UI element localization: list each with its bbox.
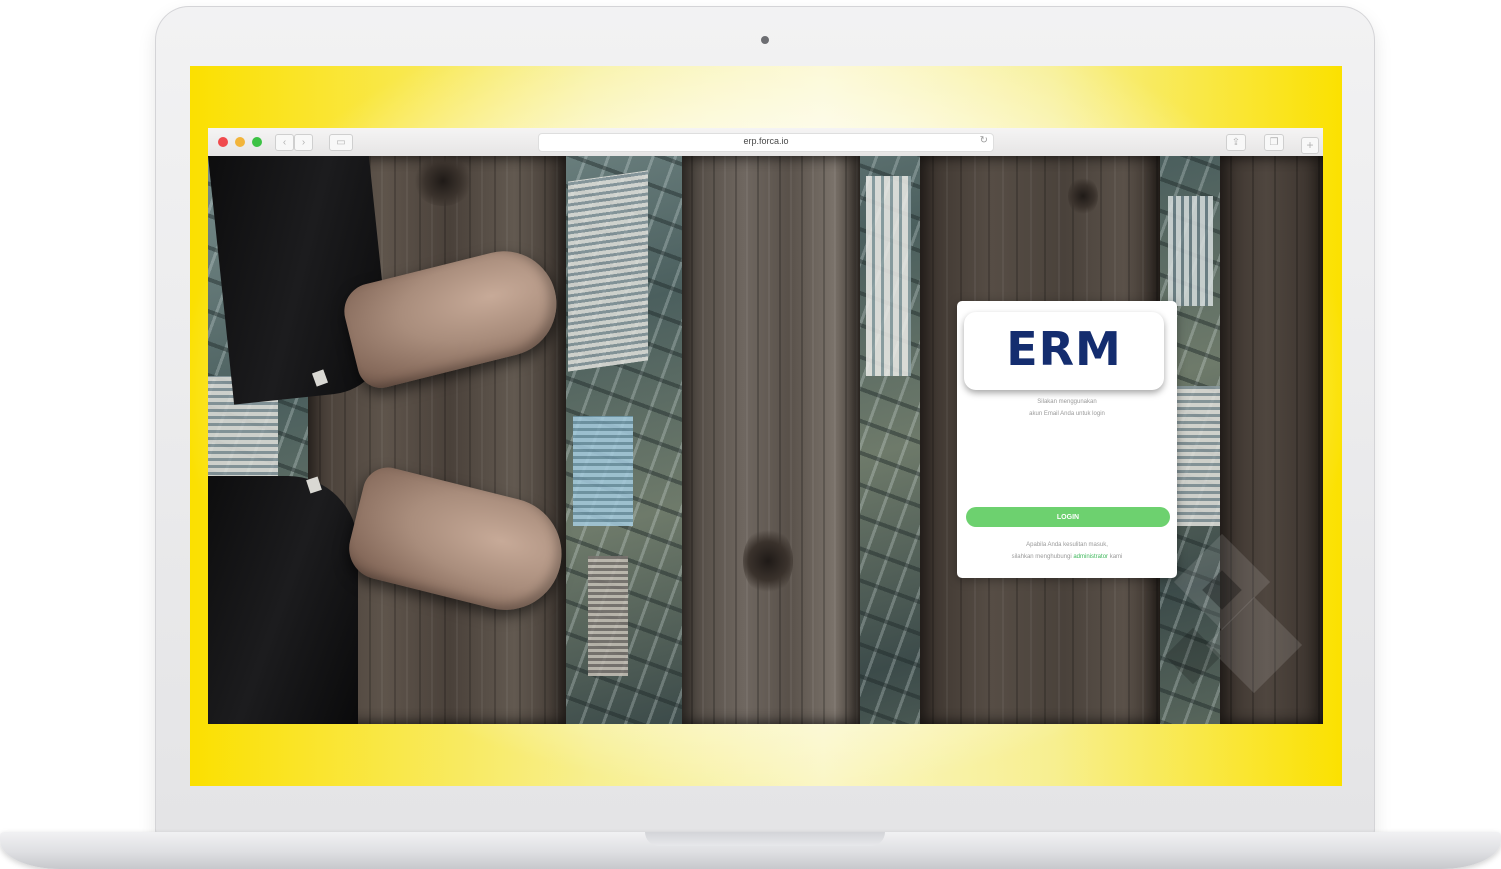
back-button[interactable]: ‹ [275, 134, 294, 151]
background-building [1168, 196, 1213, 306]
tabs-icon: ❐ [1269, 137, 1279, 148]
login-card: ERM Silakan menggunakan akun Email Anda … [957, 301, 1177, 578]
sidebar-icon: ▭ [336, 137, 346, 148]
chevron-right-icon: › [301, 137, 306, 148]
minimize-window-button[interactable] [235, 137, 245, 147]
url-text: erp.forca.io [743, 136, 789, 146]
share-icon: ⇪ [1231, 137, 1241, 148]
sidebar-toggle-button[interactable]: ▭ [329, 134, 353, 151]
help-line: Apabila Anda kesulitan masuk, [1026, 542, 1108, 548]
close-window-button[interactable] [218, 137, 228, 147]
maximize-window-button[interactable] [252, 137, 262, 147]
camera-icon [761, 36, 769, 44]
help-suffix: kami [1108, 554, 1123, 560]
help-prefix: silahkan menghubungi [1011, 554, 1074, 560]
plus-icon: + [1306, 138, 1314, 152]
wood-knot [413, 156, 473, 206]
browser-toolbar: ‹ › ▭ erp.forca.io ↻ ⇪ ❐ + [208, 128, 1323, 157]
forward-button[interactable]: › [294, 134, 313, 151]
tabs-button[interactable]: ❐ [1264, 134, 1284, 151]
background-building [568, 170, 648, 372]
login-instructions: Silakan menggunakan akun Email Anda untu… [967, 396, 1167, 420]
instruction-line: Silakan menggunakan [1037, 399, 1097, 405]
logo-text: ERM [1006, 322, 1122, 376]
trouser-leg [208, 476, 358, 724]
wood-plank [682, 156, 860, 724]
instruction-line: akun Email Anda untuk login [1029, 411, 1105, 417]
laptop-notch [645, 832, 885, 846]
reload-icon[interactable]: ↻ [980, 135, 988, 146]
wood-knot [743, 526, 793, 596]
help-line: silahkan menghubungi administrator kami [963, 551, 1171, 563]
wood-knot [1068, 176, 1098, 216]
administrator-link[interactable]: administrator [1073, 554, 1108, 560]
login-button[interactable]: LOGIN [966, 507, 1170, 527]
page-viewport: ERM Silakan menggunakan akun Email Anda … [208, 156, 1323, 724]
background-building [588, 556, 628, 676]
browser-window: ‹ › ▭ erp.forca.io ↻ ⇪ ❐ + ERM Silakan m… [208, 128, 1323, 724]
chevron-left-icon: ‹ [282, 137, 287, 148]
background-building [866, 176, 911, 376]
help-text: Apabila Anda kesulitan masuk, silahkan m… [963, 539, 1171, 563]
logo: ERM [964, 312, 1164, 390]
background-building [573, 416, 633, 526]
mockup-stage: ‹ › ▭ erp.forca.io ↻ ⇪ ❐ + ERM Silakan m… [0, 0, 1501, 869]
new-tab-button[interactable]: + [1301, 137, 1319, 154]
address-bar[interactable]: erp.forca.io ↻ [538, 133, 994, 152]
share-button[interactable]: ⇪ [1226, 134, 1246, 151]
